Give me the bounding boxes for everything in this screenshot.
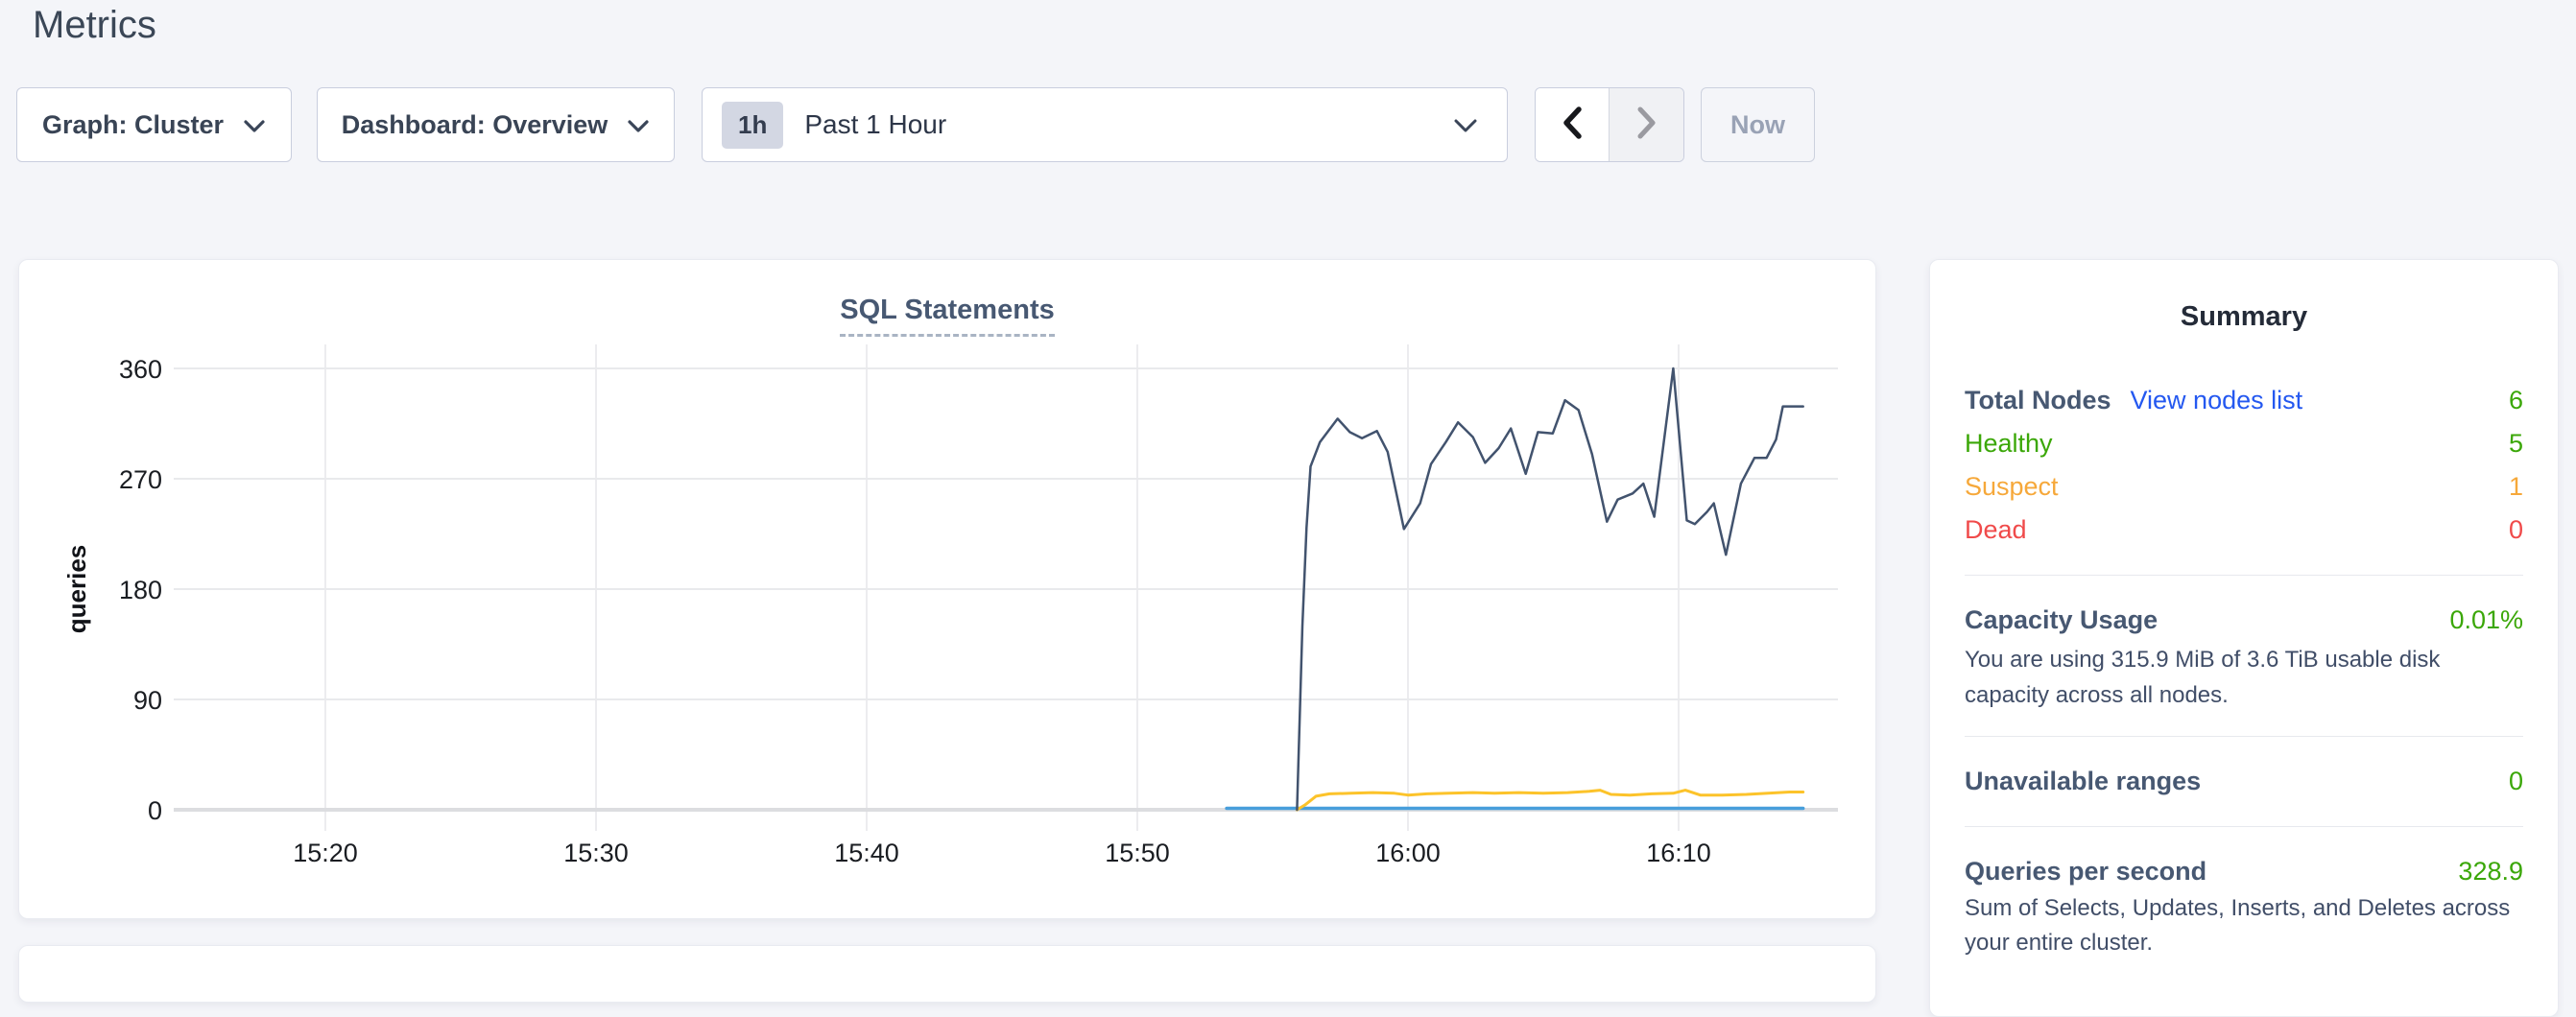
- x-tick-label: 15:20: [293, 839, 358, 867]
- y-tick-label: 270: [119, 465, 162, 494]
- time-range-badge: 1h: [722, 102, 783, 149]
- dashboard-dropdown[interactable]: Dashboard: Overview: [317, 87, 675, 162]
- healthy-value: 5: [2509, 429, 2523, 459]
- summary-panel: Summary Total Nodes View nodes list 6 He…: [1929, 259, 2559, 1017]
- total-nodes-label: Total Nodes: [1965, 386, 2111, 415]
- queries-per-second-description: Sum of Selects, Updates, Inserts, and De…: [1965, 891, 2523, 960]
- suspect-nodes-row: Suspect 1: [1965, 465, 2523, 508]
- time-forward-button[interactable]: [1610, 88, 1683, 161]
- suspect-label: Suspect: [1965, 472, 2059, 502]
- time-nav-group: [1535, 87, 1684, 162]
- time-range-selector[interactable]: 1h Past 1 Hour: [702, 87, 1508, 162]
- toolbar: Graph: Cluster Dashboard: Overview 1h Pa…: [16, 87, 1815, 162]
- healthy-nodes-row: Healthy 5: [1965, 422, 2523, 465]
- sql-statements-chart: 0 90 180 270 360 15:20 15:30 15:40 15:50 16:00 16:…: [19, 260, 1877, 920]
- y-axis-label: queries: [62, 545, 91, 634]
- dead-value: 0: [2509, 515, 2523, 545]
- metrics-page: { "page": { "title": "Metrics" }, "toolb…: [0, 0, 2576, 950]
- y-tick-label: 0: [148, 796, 162, 825]
- capacity-usage-description: You are using 315.9 MiB of 3.6 TiB usabl…: [1965, 642, 2523, 713]
- y-tick-label: 90: [133, 686, 162, 715]
- divider: [1965, 736, 2523, 737]
- unavailable-ranges-label: Unavailable ranges: [1965, 767, 2201, 796]
- x-tick-label: 15:50: [1105, 839, 1170, 867]
- time-back-button[interactable]: [1536, 88, 1610, 161]
- queries-per-second-value: 328.9: [2458, 857, 2523, 887]
- sql-statements-chart-panel: SQL Statements 09018027036015:2015:3015:…: [18, 259, 1876, 919]
- x-tick-label: 15:30: [563, 839, 629, 867]
- node-status-rows: Total Nodes View nodes list 6 Healthy 5 …: [1965, 379, 2523, 552]
- chevron-down-icon: [627, 110, 650, 140]
- total-nodes-row: Total Nodes View nodes list 6: [1965, 379, 2523, 422]
- divider: [1965, 826, 2523, 827]
- chevron-left-icon: [1561, 105, 1584, 146]
- y-tick-label: 360: [119, 355, 162, 384]
- x-tick-label: 16:00: [1375, 839, 1441, 867]
- queries-per-second-row: Queries per second 328.9: [1965, 850, 2523, 893]
- view-nodes-list-link[interactable]: View nodes list: [2131, 386, 2303, 415]
- dashboard-dropdown-label: Dashboard: Overview: [342, 110, 608, 140]
- graph-dropdown-label: Graph: Cluster: [42, 110, 224, 140]
- now-button[interactable]: Now: [1701, 87, 1815, 162]
- next-chart-panel-partial: [18, 945, 1876, 1003]
- time-range-label: Past 1 Hour: [804, 109, 946, 140]
- capacity-usage-value: 0.01%: [2449, 605, 2523, 635]
- dead-label: Dead: [1965, 515, 2027, 545]
- summary-title: Summary: [1965, 298, 2523, 335]
- unavailable-ranges-value: 0: [2509, 767, 2523, 796]
- dead-nodes-row: Dead 0: [1965, 508, 2523, 552]
- total-nodes-value: 6: [2509, 386, 2523, 415]
- chevron-right-icon: [1635, 105, 1658, 146]
- graph-dropdown[interactable]: Graph: Cluster: [16, 87, 292, 162]
- x-tick-label: 15:40: [834, 839, 899, 867]
- x-tick-label: 16:10: [1646, 839, 1711, 867]
- capacity-usage-row: Capacity Usage 0.01%: [1965, 599, 2523, 642]
- unavailable-ranges-row: Unavailable ranges 0: [1965, 760, 2523, 803]
- chevron-down-icon: [243, 110, 266, 140]
- capacity-usage-label: Capacity Usage: [1965, 605, 2158, 635]
- queries-per-second-label: Queries per second: [1965, 857, 2206, 887]
- healthy-label: Healthy: [1965, 429, 2053, 459]
- y-tick-label: 180: [119, 576, 162, 604]
- divider: [1965, 575, 2523, 576]
- suspect-value: 1: [2509, 472, 2523, 502]
- page-title: Metrics: [33, 2, 156, 48]
- chevron-down-icon: [1453, 110, 1478, 140]
